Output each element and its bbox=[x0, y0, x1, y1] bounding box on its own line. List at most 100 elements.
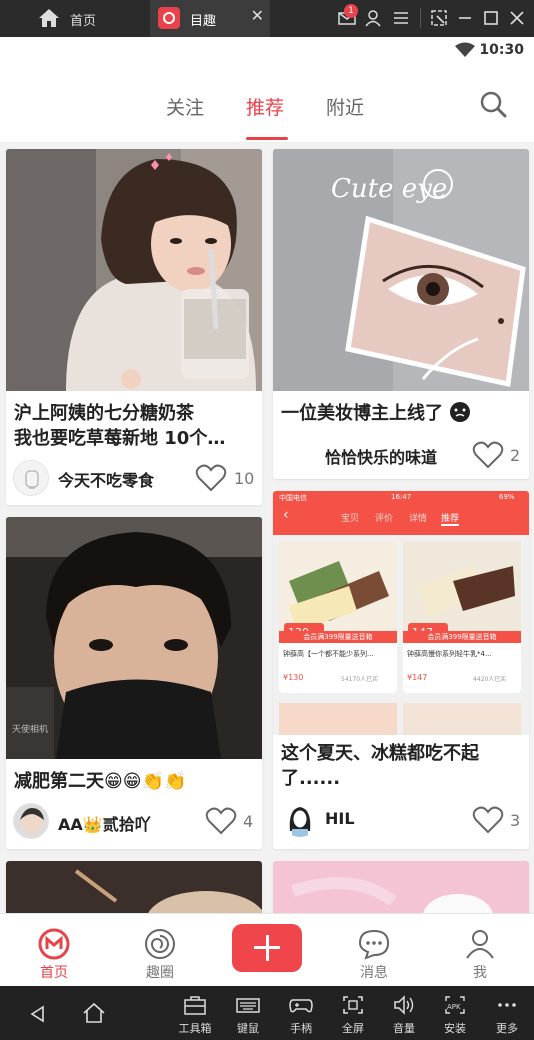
keymouse-button[interactable]: 键鼠 bbox=[221, 986, 275, 1040]
post-title-line1: 沪上阿姨的七分糖奶茶 bbox=[14, 403, 194, 424]
post-title[interactable]: 减肥第二天😁😁👏👏 bbox=[14, 769, 254, 794]
tab-follow[interactable]: 关注 bbox=[166, 93, 204, 120]
avatar[interactable] bbox=[282, 801, 318, 837]
embedded-product-partial bbox=[403, 703, 521, 735]
like-count: 2 bbox=[510, 446, 521, 465]
embedded-product-price: ¥130 bbox=[283, 673, 304, 682]
search-icon[interactable] bbox=[478, 89, 508, 119]
wifi-icon bbox=[455, 42, 475, 57]
close-window-icon[interactable] bbox=[507, 8, 527, 28]
tab-recommend[interactable]: 推荐 bbox=[246, 93, 284, 120]
maximize-icon[interactable] bbox=[481, 8, 501, 28]
active-tab-indicator bbox=[246, 137, 288, 140]
embedded-product-name: 钟薛高【一个都不能少系列... bbox=[283, 650, 374, 658]
author-name[interactable]: HIL bbox=[325, 809, 355, 828]
minimize-icon[interactable] bbox=[455, 8, 475, 28]
heart-icon[interactable] bbox=[205, 806, 237, 836]
embedded-tab: 推荐 bbox=[441, 511, 460, 526]
keymouse-label: 键鼠 bbox=[237, 1022, 259, 1035]
more-button[interactable]: 更多 bbox=[480, 986, 534, 1040]
more-dots-icon bbox=[498, 1003, 516, 1007]
post-image[interactable]: Cute eye bbox=[273, 149, 529, 391]
embedded-product-partial bbox=[279, 703, 397, 735]
post-title[interactable]: 一位美妆博主上线了 bbox=[281, 401, 521, 426]
embedded-tab: 详情 bbox=[409, 514, 428, 524]
author-name[interactable]: AA👑贰拾吖 bbox=[58, 811, 151, 835]
post-card[interactable]: Cute eye 一位美妆博主上线了 恰恰快乐的味道 2 bbox=[273, 149, 529, 479]
embedded-tab: 宝贝 bbox=[341, 514, 360, 524]
heart-icon[interactable] bbox=[472, 805, 504, 835]
svg-text:APK: APK bbox=[447, 1003, 461, 1011]
embedded-product-sold: 54170人已买 bbox=[341, 676, 379, 683]
post-image[interactable] bbox=[6, 149, 262, 391]
emulator-home-tab[interactable]: 首页 bbox=[0, 0, 150, 37]
post-image[interactable] bbox=[273, 861, 529, 913]
author-name[interactable]: 今天不吃零食 bbox=[58, 467, 154, 491]
more-label: 更多 bbox=[496, 1022, 518, 1035]
embedded-product-name: 钟薛高慢你系列轻牛乳*4... bbox=[407, 650, 492, 658]
heart-icon[interactable] bbox=[195, 463, 227, 493]
fullscreen-button[interactable]: 全屏 bbox=[326, 986, 380, 1040]
post-title-line1: 这个夏天、冰糕都吃不起 bbox=[281, 743, 479, 764]
post-image[interactable]: 中国电信 16:47 69% ‹ 宝贝 评价 详情 推荐 130 bbox=[273, 491, 529, 735]
heart-icon[interactable] bbox=[472, 440, 504, 470]
install-apk-button[interactable]: APK 安装 bbox=[428, 986, 482, 1040]
post-card[interactable]: 天使相机 减肥第二天😁😁👏👏 AA👑贰拾吖 4 bbox=[6, 517, 262, 849]
circle-spiral-icon bbox=[145, 929, 175, 959]
toolbox-button[interactable]: 工具箱 bbox=[168, 986, 222, 1040]
volume-icon bbox=[394, 995, 414, 1015]
post-image[interactable] bbox=[6, 861, 262, 913]
author-name[interactable]: 恰恰快乐的味道 bbox=[325, 444, 437, 468]
app-header: 关注 推荐 附近 bbox=[0, 65, 534, 143]
gamepad-button[interactable]: 手柄 bbox=[274, 986, 328, 1040]
pin-window-icon[interactable] bbox=[429, 8, 449, 28]
post-image[interactable]: 天使相机 bbox=[6, 517, 262, 759]
avatar[interactable] bbox=[13, 460, 49, 496]
android-home-icon[interactable] bbox=[82, 1002, 106, 1024]
create-post-button[interactable] bbox=[232, 924, 302, 972]
profile-icon bbox=[466, 930, 494, 959]
face-emoji-icon bbox=[450, 402, 471, 422]
emulator-app-tab[interactable]: 目趣 ✕ bbox=[150, 0, 270, 37]
divider bbox=[420, 8, 421, 28]
post-card[interactable]: 沪上阿姨的七分糖奶茶 我也要吃草莓新地 10个… 今天不吃零食 10 bbox=[6, 149, 262, 505]
embedded-product: 130 会员满399限量送音箱 钟薛高【一个都不能少系列... ¥130 541… bbox=[279, 541, 397, 693]
embedded-promo: 会员满399限量送音箱 bbox=[279, 631, 397, 643]
post-card[interactable]: 中国电信 16:47 69% ‹ 宝贝 评价 详情 推荐 130 bbox=[273, 491, 529, 849]
post-card[interactable] bbox=[6, 861, 262, 913]
emulator-toolbar: 工具箱 键鼠 手柄 全屏 音量 APK 安装 更多 bbox=[0, 986, 534, 1040]
embedded-tab: 评价 bbox=[375, 514, 394, 524]
home-logo-icon bbox=[38, 928, 70, 960]
nav-home[interactable]: 首页 bbox=[14, 914, 94, 987]
tab-nearby[interactable]: 附近 bbox=[326, 93, 364, 120]
nav-circle[interactable]: 趣圈 bbox=[120, 914, 200, 987]
nav-me-label: 我 bbox=[473, 965, 487, 981]
post-title[interactable]: 这个夏天、冰糕都吃不起 了...... bbox=[281, 741, 521, 791]
keyboard-icon bbox=[236, 998, 260, 1013]
post-card[interactable] bbox=[273, 861, 529, 913]
like-count: 10 bbox=[234, 469, 255, 488]
gamepad-label: 手柄 bbox=[290, 1022, 312, 1035]
post-title-line2: 我也要吃草莓新地 10个… bbox=[14, 428, 226, 449]
toolbox-icon bbox=[184, 996, 206, 1015]
menu-icon[interactable] bbox=[391, 8, 411, 28]
embedded-app-header: 中国电信 16:47 69% ‹ 宝贝 评价 详情 推荐 bbox=[273, 491, 529, 535]
post-title-text: 一位美妆博主上线了 bbox=[281, 403, 443, 424]
like-count: 3 bbox=[510, 811, 521, 830]
embedded-carrier: 中国电信 bbox=[279, 494, 307, 502]
notification-badge: 1 bbox=[344, 4, 358, 18]
volume-button[interactable]: 音量 bbox=[377, 986, 431, 1040]
embedded-product-price: ¥147 bbox=[407, 673, 428, 682]
embedded-promo: 会员满399限量送音箱 bbox=[403, 631, 521, 643]
fullscreen-label: 全屏 bbox=[342, 1022, 364, 1035]
nav-me[interactable]: 我 bbox=[440, 914, 520, 987]
avatar[interactable] bbox=[13, 803, 49, 839]
embedded-time: 16:47 bbox=[391, 493, 412, 501]
toolbox-label: 工具箱 bbox=[178, 1022, 212, 1035]
close-tab-icon[interactable]: ✕ bbox=[251, 6, 264, 25]
back-triangle-icon[interactable] bbox=[28, 1004, 48, 1024]
post-title[interactable]: 沪上阿姨的七分糖奶茶 我也要吃草莓新地 10个… bbox=[14, 401, 254, 451]
nav-messages[interactable]: 消息 bbox=[334, 914, 414, 987]
user-icon[interactable] bbox=[363, 8, 383, 28]
watermark-text: 天使相机 bbox=[12, 723, 48, 735]
